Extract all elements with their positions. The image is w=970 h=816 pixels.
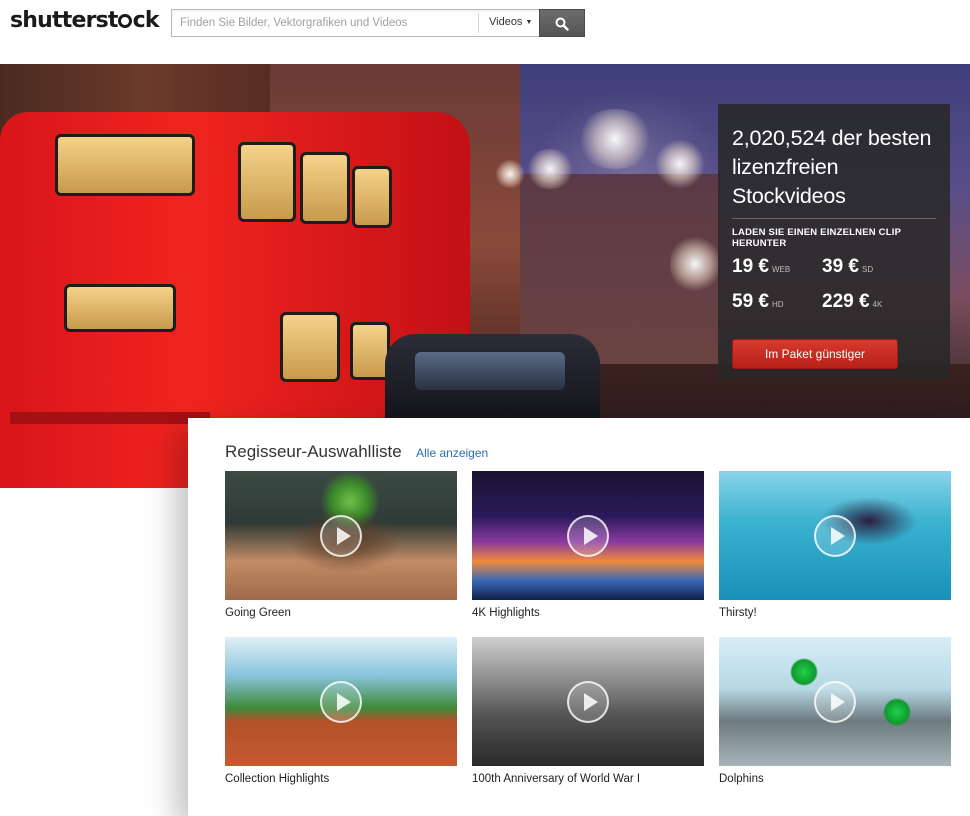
price-hd: 59 € HD xyxy=(732,291,784,312)
collection-tile[interactable]: 100th Anniversary of World War I xyxy=(472,637,704,785)
search-button[interactable] xyxy=(539,9,585,37)
hero-photo-light xyxy=(495,159,525,189)
collection-label[interactable]: Collection Highlights xyxy=(225,773,457,785)
shutterstock-logo[interactable]: shutterst ck xyxy=(10,8,160,33)
top-header: shutterstck Videos▼ xyxy=(0,0,970,64)
collection-label[interactable]: Thirsty! xyxy=(719,607,951,619)
bus-window xyxy=(238,142,296,222)
search-bar: Videos▼ xyxy=(171,9,585,37)
logo-o-mark xyxy=(118,14,133,28)
divider xyxy=(732,218,936,219)
bus-window xyxy=(300,152,350,224)
directors-picks-panel: Regisseur-Auswahlliste Alle anzeigen Goi… xyxy=(188,418,970,816)
bus-window xyxy=(55,134,195,196)
collection-tile[interactable]: Collection Highlights xyxy=(225,637,457,785)
collection-label[interactable]: Going Green xyxy=(225,607,457,619)
play-icon xyxy=(567,515,609,557)
hero-photo-light xyxy=(655,139,705,189)
collection-thumbnail[interactable] xyxy=(472,637,704,766)
collection-tile[interactable]: Going Green xyxy=(225,471,457,619)
collection-label[interactable]: 4K Highlights xyxy=(472,607,704,619)
collection-thumbnail[interactable] xyxy=(225,471,457,600)
media-type-label: Videos xyxy=(489,16,523,28)
play-icon xyxy=(814,515,856,557)
hero-photo-light xyxy=(575,109,655,169)
single-clip-subtitle: LADEN SIE EINEN EINZELNEN CLIP HERUNTER xyxy=(732,227,901,249)
collection-thumbnail[interactable] xyxy=(719,471,951,600)
play-icon xyxy=(567,681,609,723)
price-web: 19 € WEB xyxy=(732,256,791,277)
package-deal-button[interactable]: Im Paket günstiger xyxy=(732,339,898,369)
media-type-dropdown[interactable]: Videos ▼ xyxy=(478,13,538,33)
video-pricing-card: 2,020,524 der besten lizenzfreien Stockv… xyxy=(718,104,950,379)
price-4k: 229 €4K xyxy=(822,291,883,312)
bus-window xyxy=(352,166,392,228)
collection-label[interactable]: Dolphins xyxy=(719,773,951,785)
picks-title: Regisseur-Auswahlliste xyxy=(225,442,402,461)
video-count-heading: 2,020,524 der besten lizenzfreien Stockv… xyxy=(732,126,932,208)
bus-window xyxy=(64,284,176,332)
play-icon xyxy=(320,515,362,557)
collection-tile[interactable]: Thirsty! xyxy=(719,471,951,619)
play-icon xyxy=(814,681,856,723)
hero-photo-light xyxy=(670,234,720,294)
price-list: 19 € WEB 39 € SD 59 € HD 229 €4K xyxy=(732,253,936,319)
play-icon xyxy=(320,681,362,723)
bus-detail xyxy=(10,412,210,424)
collection-label[interactable]: 100th Anniversary of World War I xyxy=(472,773,704,785)
collection-thumbnail[interactable] xyxy=(225,637,457,766)
hero-photo-light xyxy=(525,149,575,189)
collection-thumbnail[interactable] xyxy=(472,471,704,600)
picks-header: Regisseur-Auswahlliste Alle anzeigen xyxy=(225,442,488,462)
search-icon xyxy=(555,17,569,31)
collection-thumbnail[interactable] xyxy=(719,637,951,766)
caret-down-icon: ▼ xyxy=(525,19,533,26)
bus-window xyxy=(350,322,390,380)
collection-tile[interactable]: 4K Highlights xyxy=(472,471,704,619)
taxi-window xyxy=(415,352,565,390)
collection-tile[interactable]: Dolphins xyxy=(719,637,951,785)
view-all-link[interactable]: Alle anzeigen xyxy=(416,446,488,460)
search-input[interactable] xyxy=(172,10,478,36)
price-sd: 39 € SD xyxy=(822,256,874,277)
bus-window xyxy=(280,312,340,382)
hero-photo-taxi xyxy=(385,334,600,424)
